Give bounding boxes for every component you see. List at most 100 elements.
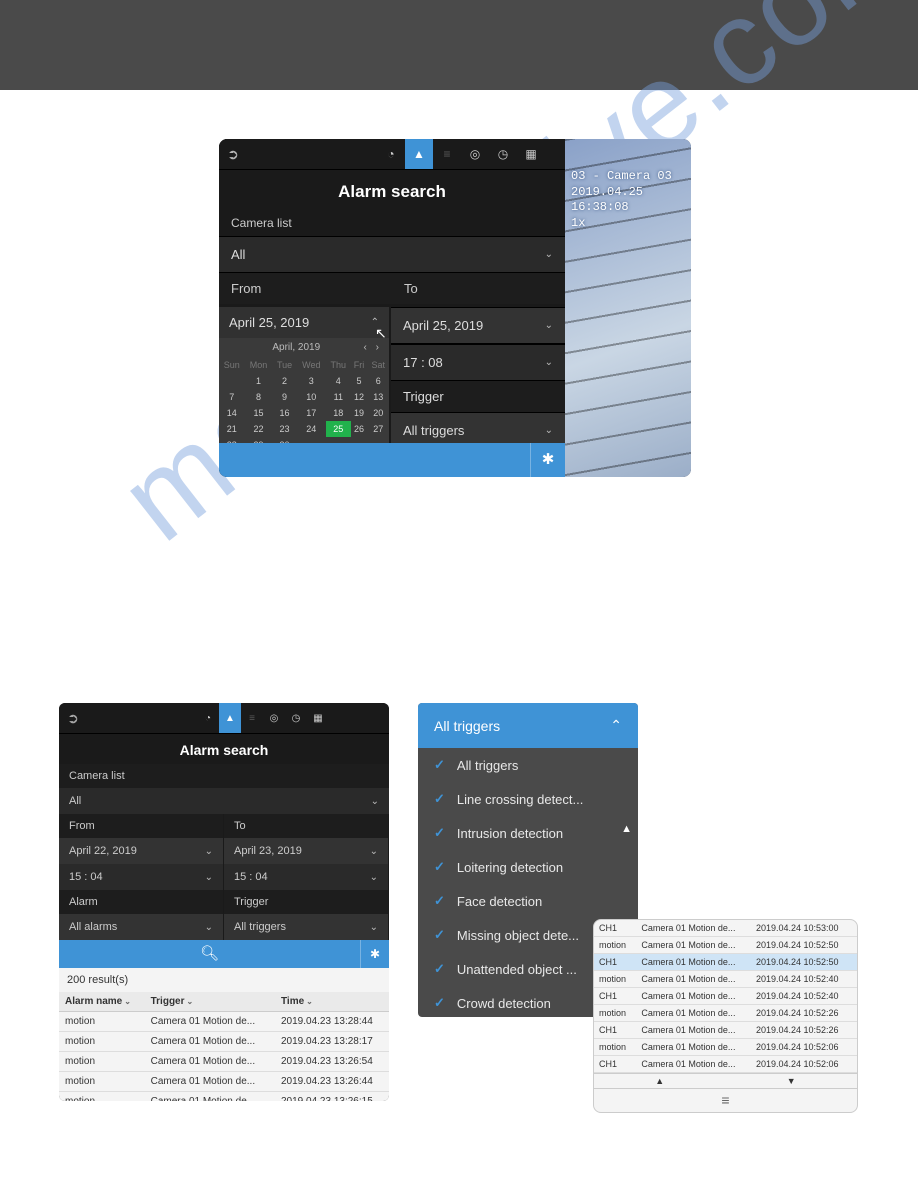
trigger-option-label: Face detection [457, 894, 542, 909]
trigger-option-label: Line crossing detect... [457, 792, 583, 807]
prev-month-icon[interactable]: ‹ [364, 342, 367, 353]
calendar-day[interactable]: 18 [326, 405, 351, 421]
chevron-down-icon: ⌄ [545, 320, 553, 331]
table-cell: CH1 [594, 920, 636, 937]
calendar-day[interactable]: 26 [351, 421, 368, 437]
bell-icon[interactable]: ▲ [219, 703, 241, 733]
table-row[interactable]: motionCamera 01 Motion de...2019.04.23 1… [59, 1012, 389, 1032]
cal-hdr: Sat [367, 357, 389, 373]
calendar-day[interactable]: 21 [219, 421, 245, 437]
calendar-day[interactable] [219, 373, 245, 389]
table-row[interactable]: motionCamera 01 Motion de...2019.04.24 1… [594, 937, 857, 954]
trigger-option[interactable]: ✓All triggers [418, 748, 638, 782]
calendar-day[interactable]: 10 [297, 389, 326, 405]
table-row[interactable]: motionCamera 01 Motion de...2019.04.23 1… [59, 1052, 389, 1072]
trigger-option[interactable]: ✓Loitering detection [418, 850, 638, 884]
trigger-option[interactable]: ✓Intrusion detection [418, 816, 638, 850]
globe-icon[interactable]: ◷ [285, 703, 307, 733]
scroll-up-icon[interactable]: ▲ [621, 823, 632, 835]
alarm-dropdown[interactable]: All alarms⌄ [59, 914, 224, 940]
col-trigger[interactable]: Trigger⌄ [145, 992, 275, 1012]
users-icon[interactable]: ≡ [241, 703, 263, 733]
to-time-value: 17 : 08 [403, 355, 443, 370]
calendar-day[interactable]: 1 [245, 373, 273, 389]
calendar-day[interactable]: 22 [245, 421, 273, 437]
calendar-day[interactable]: 23 [272, 421, 296, 437]
camera-list-value: All [69, 795, 81, 807]
bell-icon[interactable]: ▲ [405, 139, 433, 169]
table-row[interactable]: CH1Camera 01 Motion de...2019.04.24 10:5… [594, 920, 857, 937]
table-cell: motion [59, 1032, 145, 1052]
search-button[interactable]: 🔍︎ [59, 940, 360, 968]
calendar-day[interactable]: 25 [326, 421, 351, 437]
globe-icon[interactable]: ◷ [489, 139, 517, 169]
trigger-option[interactable]: ✓Line crossing detect... [418, 782, 638, 816]
calendar-day[interactable]: 9 [272, 389, 296, 405]
to-time-dropdown[interactable]: 17 : 08 ⌄ [391, 344, 565, 381]
to-time-dropdown[interactable]: 15 : 04⌄ [224, 864, 389, 890]
camera-list-dropdown[interactable]: All ⌄ [219, 236, 565, 273]
date-picker-popup[interactable]: April 25, 2019 ⌃ April, 2019 ‹ › Sun Mon [219, 307, 389, 453]
calendar-day[interactable]: 6 [367, 373, 389, 389]
calendar-day[interactable]: 17 [297, 405, 326, 421]
calendar-day[interactable]: 12 [351, 389, 368, 405]
camera-list-dropdown[interactable]: All⌄ [59, 788, 389, 814]
sort-icon: ⌄ [124, 997, 131, 1006]
calendar-day[interactable]: 27 [367, 421, 389, 437]
table-row[interactable]: motionCamera 01 Motion de...2019.04.23 1… [59, 1072, 389, 1092]
calendar-grid[interactable]: Sun Mon Tue Wed Thu Fri Sat 123456789101… [219, 357, 389, 453]
trigger-option[interactable]: ✓Face detection [418, 884, 638, 918]
table-row[interactable]: CH1Camera 01 Motion de...2019.04.24 10:5… [594, 1022, 857, 1039]
page-prev-icon[interactable]: ▲ [655, 1076, 664, 1086]
table-cell: 2019.04.24 10:52:40 [751, 988, 857, 1005]
table-cell: 2019.04.24 10:53:00 [751, 920, 857, 937]
grid-icon[interactable]: ▦ [517, 139, 545, 169]
to-date-dropdown[interactable]: April 23, 2019⌄ [224, 838, 389, 864]
table-row[interactable]: motionCamera 01 Motion de...2019.04.24 1… [594, 1005, 857, 1022]
table-cell: CH1 [594, 1022, 636, 1039]
calendar-day[interactable]: 8 [245, 389, 273, 405]
calendar-day[interactable]: 5 [351, 373, 368, 389]
trigger-dropdown[interactable]: All triggers⌄ [224, 914, 389, 940]
channel-results-table: CH1Camera 01 Motion de...2019.04.24 10:5… [594, 920, 857, 1073]
table-row[interactable]: motionCamera 01 Motion de...2019.04.23 1… [59, 1092, 389, 1102]
clock-icon[interactable]: ◔ [197, 703, 219, 733]
to-label: To [392, 273, 565, 304]
to-date-dropdown[interactable]: April 25, 2019 ⌄ [391, 307, 565, 344]
calendar-day[interactable]: 3 [297, 373, 326, 389]
hamburger-icon[interactable]: ≡ [594, 1088, 857, 1111]
next-month-icon[interactable]: › [376, 342, 379, 353]
calendar-day[interactable]: 7 [219, 389, 245, 405]
table-row[interactable]: motionCamera 01 Motion de...2019.04.24 1… [594, 1039, 857, 1056]
settings-button[interactable]: ✱ [530, 443, 565, 477]
search-target-icon[interactable]: ◎ [461, 139, 489, 169]
table-row[interactable]: CH1Camera 01 Motion de...2019.04.24 10:5… [594, 1056, 857, 1073]
search-target-icon[interactable]: ◎ [263, 703, 285, 733]
calendar-day[interactable]: 14 [219, 405, 245, 421]
users-icon[interactable]: ≡ [433, 139, 461, 169]
page-next-icon[interactable]: ▼ [787, 1076, 796, 1086]
from-time-dropdown[interactable]: 15 : 04⌄ [59, 864, 224, 890]
triggers-header-dropdown[interactable]: All triggers ⌃ [418, 703, 638, 748]
calendar-day[interactable]: 19 [351, 405, 368, 421]
settings-button[interactable]: ✱ [360, 940, 389, 968]
table-row[interactable]: CH1Camera 01 Motion de...2019.04.24 10:5… [594, 954, 857, 971]
table-row[interactable]: motionCamera 01 Motion de...2019.04.23 1… [59, 1032, 389, 1052]
calendar-day[interactable]: 4 [326, 373, 351, 389]
clock-icon[interactable]: ◔ [377, 139, 405, 169]
col-alarm-name[interactable]: Alarm name⌄ [59, 992, 145, 1012]
calendar-day[interactable]: 24 [297, 421, 326, 437]
calendar-day[interactable]: 2 [272, 373, 296, 389]
table-row[interactable]: CH1Camera 01 Motion de...2019.04.24 10:5… [594, 988, 857, 1005]
calendar-day[interactable]: 13 [367, 389, 389, 405]
col-time[interactable]: Time⌄ [275, 992, 389, 1012]
from-date-dropdown[interactable]: April 22, 2019⌄ [59, 838, 224, 864]
search-button[interactable] [219, 443, 530, 477]
feed-camera-name: 03 - Camera 03 [571, 169, 672, 185]
calendar-day[interactable]: 11 [326, 389, 351, 405]
table-row[interactable]: motionCamera 01 Motion de...2019.04.24 1… [594, 971, 857, 988]
calendar-day[interactable]: 16 [272, 405, 296, 421]
calendar-day[interactable]: 15 [245, 405, 273, 421]
grid-icon[interactable]: ▦ [307, 703, 329, 733]
calendar-day[interactable]: 20 [367, 405, 389, 421]
